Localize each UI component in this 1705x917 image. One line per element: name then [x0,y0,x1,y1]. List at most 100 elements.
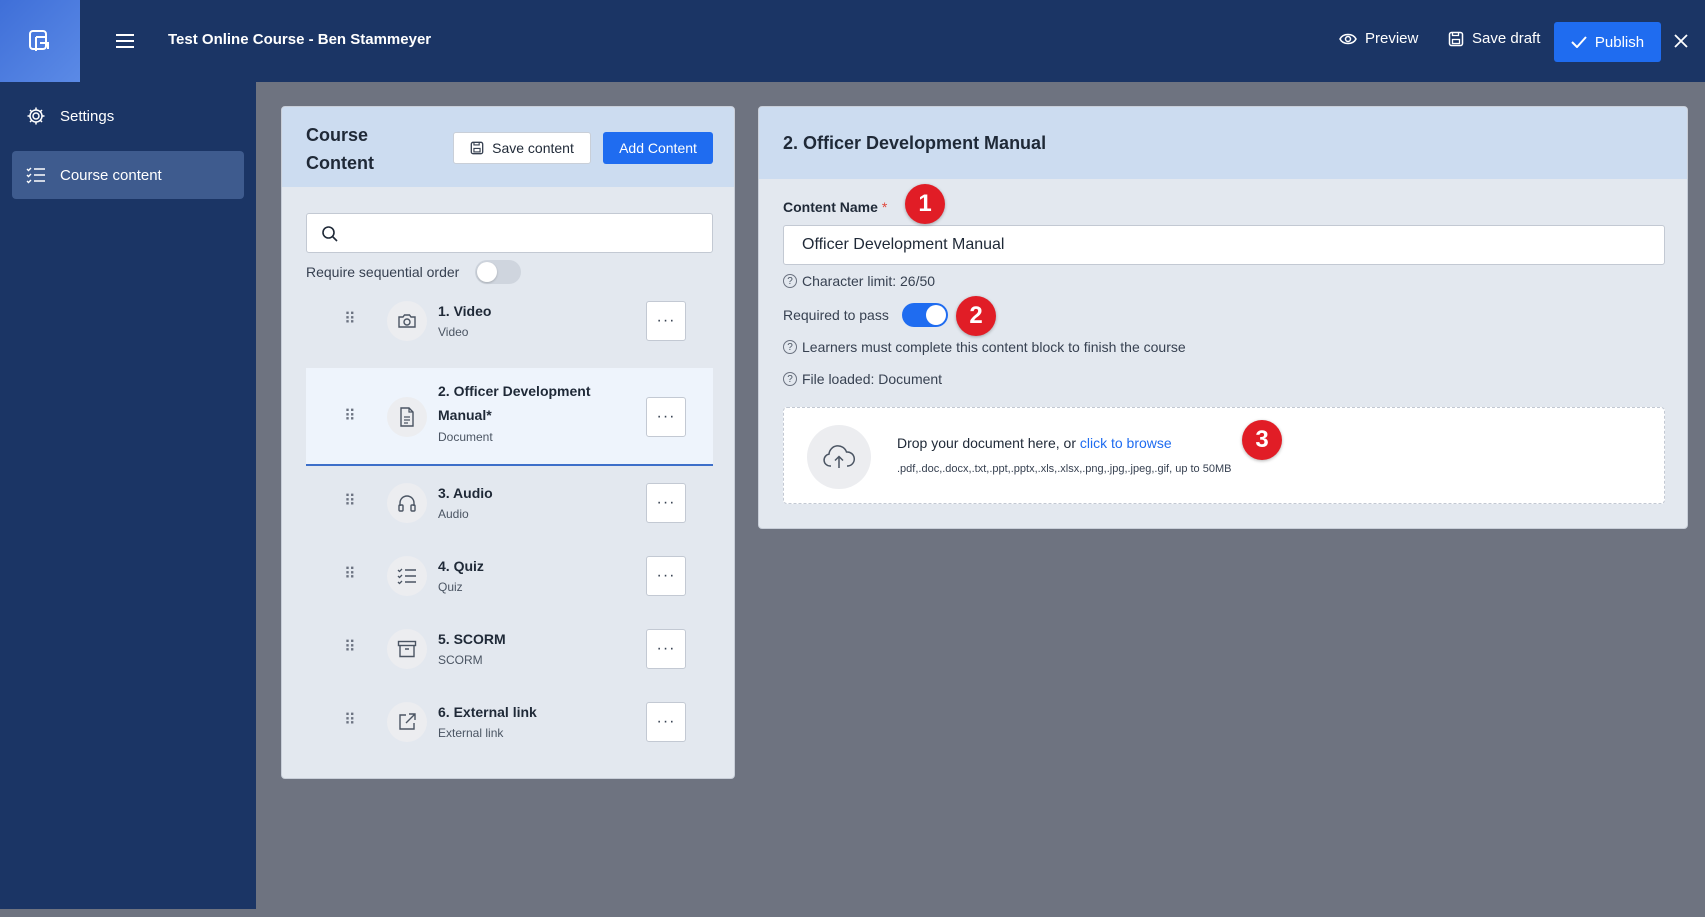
content-item-scorm[interactable]: ⠿ 5. SCORM SCORM ··· [306,613,713,685]
content-name-label-text: Content Name [783,199,878,215]
drag-handle-icon[interactable]: ⠿ [344,637,356,657]
content-item-name: 4. Quiz [438,558,484,574]
cloud-upload-icon [807,425,871,489]
publish-label: Publish [1594,33,1645,51]
content-item-name: 2. Officer Development Manual* [438,383,591,423]
drag-handle-icon[interactable]: ⠿ [344,406,356,426]
more-options-button[interactable]: ··· [646,702,686,742]
drag-handle-icon[interactable]: ⠿ [344,491,356,511]
course-content-header: Course Content Save content Add Content [282,107,734,187]
eye-icon [1339,33,1357,44]
content-item-type: External link [438,726,504,740]
required-to-pass-label: Required to pass [783,307,889,323]
list-checks-icon [387,556,427,596]
content-item-name: 3. Audio [438,485,493,501]
content-item-external-link[interactable]: ⠿ 6. External link External link ··· [306,686,713,758]
close-icon [1674,34,1688,48]
search-field[interactable] [306,213,713,253]
required-to-pass-toggle[interactable] [902,303,948,327]
content-item-document[interactable]: ⠿ 2. Officer Development Manual* Documen… [306,368,713,466]
more-options-button[interactable]: ··· [646,629,686,669]
annotation-marker-2: 2 [956,296,996,336]
sidebar-item-label: Course content [60,166,162,184]
editor-header: 2. Officer Development Manual [759,107,1687,179]
more-options-button[interactable]: ··· [646,397,686,437]
file-loaded-text: File loaded: Document [802,371,943,387]
archive-icon [387,629,427,669]
drag-handle-icon[interactable]: ⠿ [344,710,356,730]
more-options-button[interactable]: ··· [646,556,686,596]
learners-hint-text: Learners must complete this content bloc… [802,339,1186,355]
menu-toggle-button[interactable] [112,28,138,54]
sidebar: Settings Course content [0,82,256,909]
publish-button[interactable]: Publish [1554,22,1661,62]
hamburger-icon [116,34,134,48]
save-draft-button[interactable]: Save draft [1448,30,1540,47]
floppy-icon [470,141,484,155]
annotation-marker-1: 1 [905,184,945,224]
search-input[interactable] [351,214,701,252]
sidebar-item-settings[interactable]: Settings [12,92,244,140]
content-item-name: 5. SCORM [438,631,506,647]
help-circle-icon: ? [783,274,797,288]
drag-handle-icon[interactable]: ⠿ [344,564,356,584]
content-item-type: Quiz [438,580,463,594]
drag-handle-icon[interactable]: ⠿ [344,309,356,329]
content-item-video[interactable]: ⠿ 1. Video Video ··· [306,285,713,357]
add-content-button[interactable]: Add Content [603,132,713,164]
sidebar-item-label: Settings [60,107,115,125]
preview-label: Preview [1365,30,1419,47]
annotation-marker-3: 3 [1242,420,1282,460]
more-options-button[interactable]: ··· [646,301,686,341]
dropzone-text: Drop your document here, or click to bro… [897,435,1172,451]
help-circle-icon: ? [783,340,797,354]
content-item-audio[interactable]: ⠿ 3. Audio Audio ··· [306,467,713,539]
toggle-knob [477,262,497,282]
learners-hint: ? Learners must complete this content bl… [783,339,1186,355]
content-item-quiz[interactable]: ⠿ 4. Quiz Quiz ··· [306,540,713,612]
search-icon [321,225,339,248]
content-item-type: Audio [438,507,469,521]
sidebar-item-course-content[interactable]: Course content [12,151,244,199]
more-options-button[interactable]: ··· [646,483,686,523]
toggle-knob [926,305,946,325]
save-content-label: Save content [492,140,574,156]
content-item-type: SCORM [438,653,483,667]
help-circle-icon: ? [783,372,797,386]
required-asterisk: * [881,199,888,215]
document-icon [387,397,427,437]
panel-title: Course Content [306,125,374,173]
top-bar: Test Online Course - Ben Stammeyer Previ… [0,0,1705,82]
editor-title: 2. Officer Development Manual [783,133,1047,153]
course-title: Test Online Course - Ben Stammeyer [168,31,432,48]
headphones-icon [387,483,427,523]
drop-instruction: Drop your document here, or [897,435,1076,451]
logo-icon [29,30,49,51]
accepted-formats: .pdf,.doc,.docx,.txt,.ppt,.pptx,.xls,.xl… [897,463,1232,475]
content-name-input[interactable] [783,225,1665,265]
save-draft-label: Save draft [1472,30,1541,47]
camera-icon [387,301,427,341]
external-link-icon [387,702,427,742]
close-button[interactable] [1670,30,1692,52]
content-editor-panel: 2. Officer Development Manual Content Na… [758,106,1688,529]
floppy-icon [1448,31,1464,46]
content-item-type: Document [438,430,493,444]
content-item-name: 1. Video [438,303,492,319]
character-limit-hint: ? Character limit: 26/50 [783,273,935,289]
preview-button[interactable]: Preview [1339,30,1418,47]
character-limit-text: Character limit: 26/50 [802,273,936,289]
course-content-panel: Course Content Save content Add Content … [281,106,735,779]
app-logo[interactable] [0,0,80,82]
save-content-button[interactable]: Save content [453,132,591,164]
sequential-order-label: Require sequential order [306,264,460,280]
content-name-label: Content Name * [783,199,887,215]
browse-link[interactable]: click to browse [1080,435,1172,451]
file-dropzone[interactable]: Drop your document here, or click to bro… [783,407,1665,504]
check-icon [1571,36,1587,48]
gear-icon [27,107,45,125]
file-loaded-hint: ? File loaded: Document [783,371,942,387]
content-item-name: 6. External link [438,704,537,720]
sequential-order-toggle[interactable] [475,260,521,284]
list-checks-icon [26,167,45,184]
